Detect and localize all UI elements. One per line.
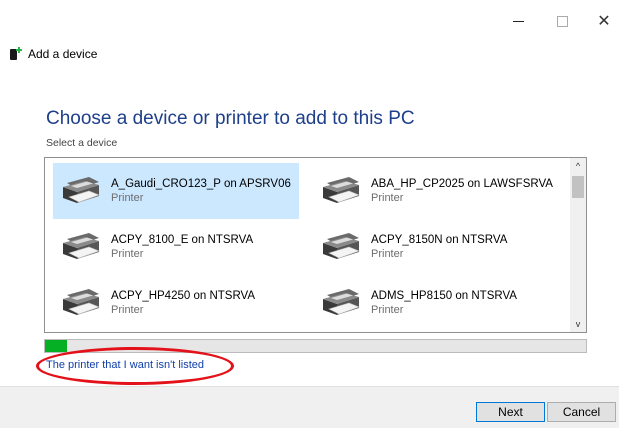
search-progress-bar [44, 339, 587, 353]
device-name: ACPY_8100_E on NTSRVA [111, 234, 254, 246]
device-item-4[interactable]: ACPY_HP4250 on NTSRVA Printer [53, 275, 299, 331]
add-device-icon [10, 47, 22, 61]
device-type: Printer [111, 304, 144, 316]
device-name: ACPY_8150N on NTSRVA [371, 234, 508, 246]
device-list[interactable]: A_Gaudi_CRO123_P on APSRV06 Printer ABA_… [44, 157, 587, 333]
close-button[interactable]: ✕ [588, 8, 619, 34]
printer-icon [63, 289, 100, 315]
device-item-2[interactable]: ACPY_8100_E on NTSRVA Printer [53, 219, 299, 275]
device-item-5[interactable]: ADMS_HP8150 on NTSRVA Printer [313, 275, 559, 331]
printer-icon [63, 233, 100, 259]
scroll-up-button[interactable]: ^ [570, 158, 586, 174]
footer: Next Cancel [0, 386, 619, 428]
page-title: Choose a device or printer to add to thi… [46, 108, 415, 129]
minimize-button[interactable] [502, 8, 534, 34]
chevron-up-icon: ^ [575, 161, 581, 171]
printer-icon [323, 233, 360, 259]
printer-not-listed-link[interactable]: The printer that I want isn't listed [46, 359, 204, 371]
device-item-1[interactable]: ABA_HP_CP2025 on LAWSFSRVA Printer [313, 163, 559, 219]
header-title: Add a device [28, 47, 98, 61]
maximize-icon [556, 15, 568, 27]
progress-fill [45, 340, 67, 352]
device-item-3[interactable]: ACPY_8150N on NTSRVA Printer [313, 219, 559, 275]
next-button[interactable]: Next [476, 402, 545, 422]
header: Add a device [10, 44, 97, 64]
title-bar: ✕ [0, 0, 619, 40]
device-name: ADMS_HP8150 on NTSRVA [371, 290, 517, 302]
printer-icon [63, 177, 100, 203]
scroll-thumb[interactable] [572, 176, 584, 198]
device-type: Printer [111, 248, 144, 260]
device-type: Printer [371, 248, 404, 260]
device-name: A_Gaudi_CRO123_P on APSRV06 [111, 178, 291, 190]
chevron-down-icon: v [575, 319, 581, 329]
minimize-icon [512, 20, 524, 22]
device-type: Printer [371, 192, 404, 204]
device-name: ABA_HP_CP2025 on LAWSFSRVA [371, 178, 553, 190]
cancel-button[interactable]: Cancel [547, 402, 616, 422]
device-type: Printer [111, 192, 144, 204]
scrollbar[interactable]: ^ v [570, 158, 586, 332]
printer-icon [323, 177, 360, 203]
device-item-0[interactable]: A_Gaudi_CRO123_P on APSRV06 Printer [53, 163, 299, 219]
device-name: ACPY_HP4250 on NTSRVA [111, 290, 256, 302]
scroll-down-button[interactable]: v [570, 316, 586, 332]
maximize-button[interactable] [546, 8, 578, 34]
printer-icon [323, 289, 360, 315]
page-subtitle: Select a device [46, 137, 118, 149]
add-device-window: ✕ Add a device Choose a device or printe… [0, 0, 619, 428]
device-type: Printer [371, 304, 404, 316]
close-icon: ✕ [597, 13, 611, 30]
